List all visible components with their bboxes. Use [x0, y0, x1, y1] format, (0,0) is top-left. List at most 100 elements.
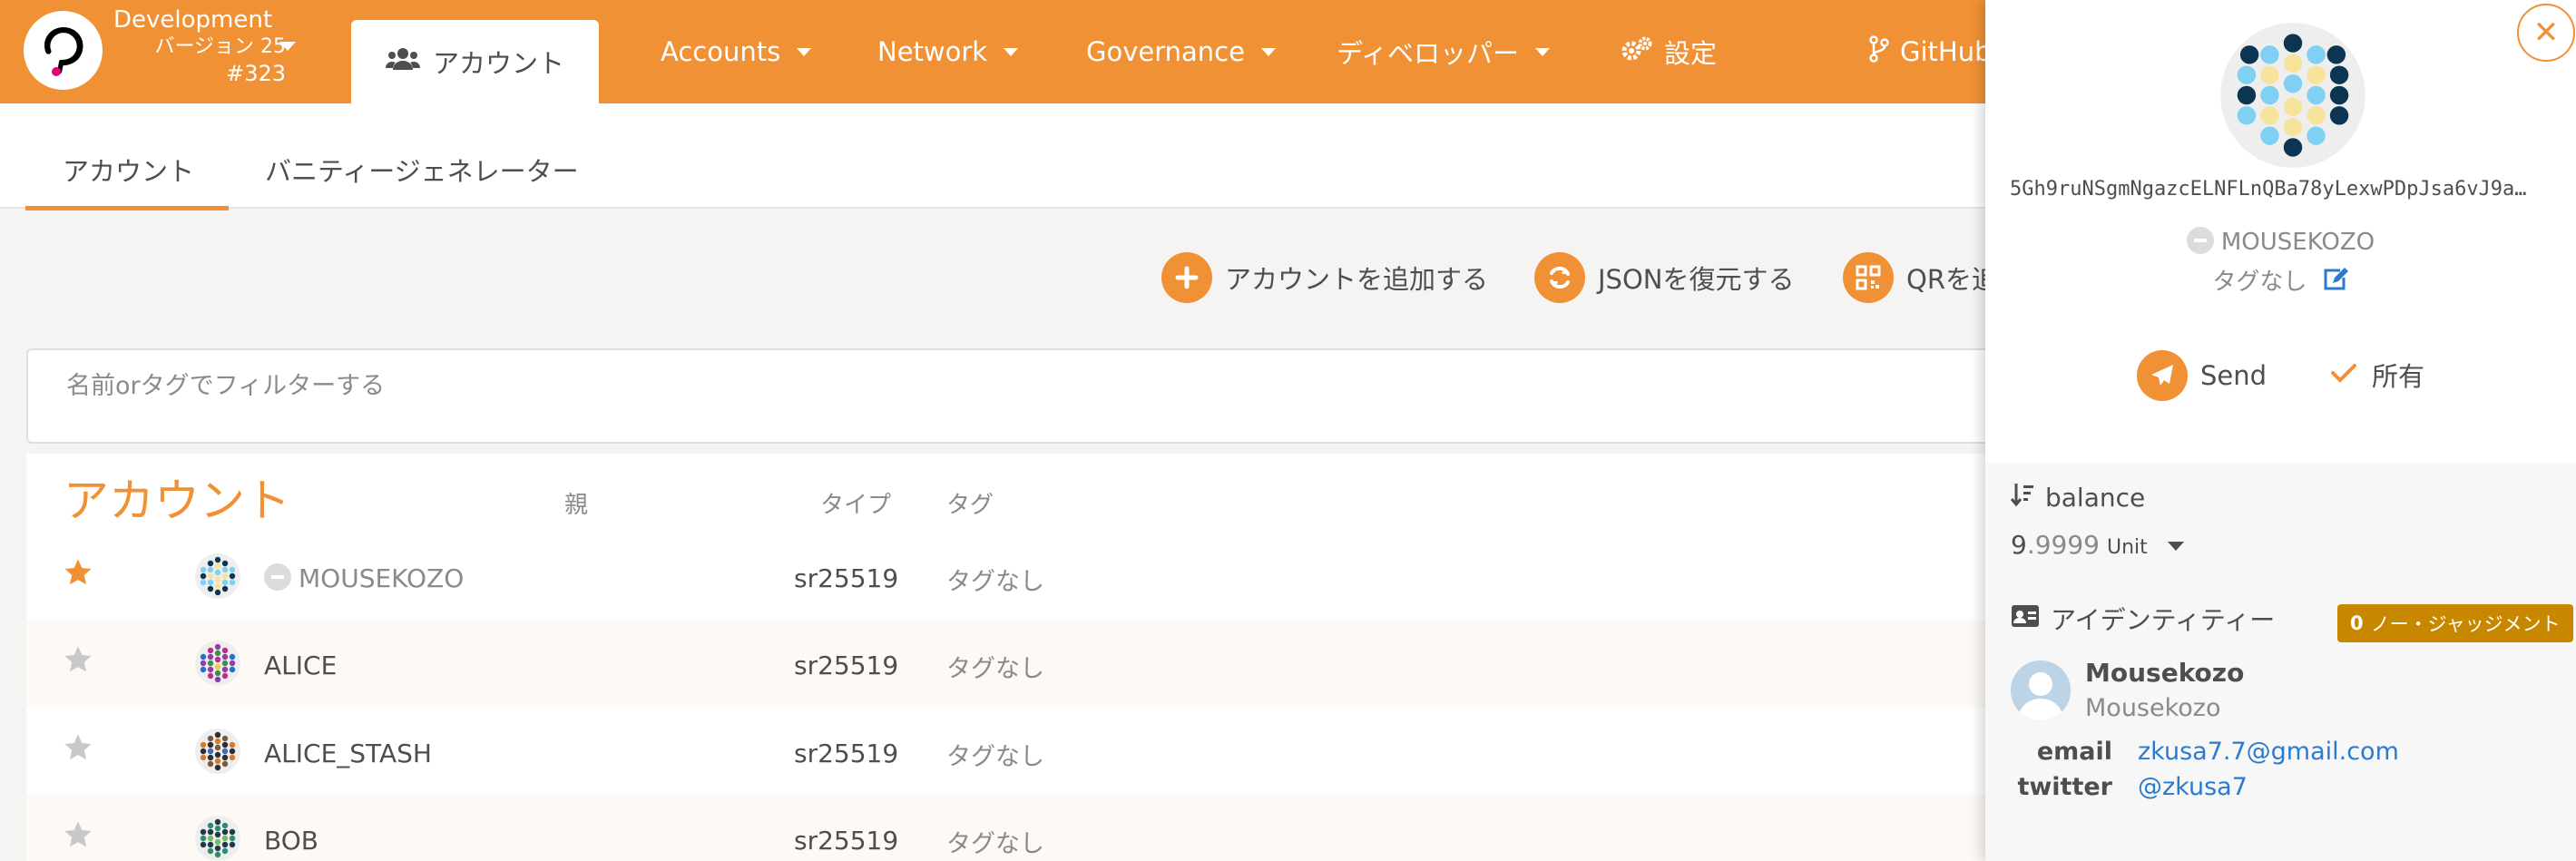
filter-input[interactable]: 名前orタグでフィルターする — [26, 348, 2023, 444]
account-type: sr25519 — [794, 563, 899, 593]
chain-version: バージョン 25 — [154, 35, 286, 58]
account-type: sr25519 — [794, 739, 899, 768]
code-branch-icon — [1869, 34, 1889, 69]
chevron-down-icon[interactable] — [2167, 542, 2184, 551]
id-card-icon — [2011, 604, 2040, 634]
chain-dropdown-chevron-icon[interactable] — [279, 42, 296, 51]
account-type: sr25519 — [794, 826, 899, 856]
close-icon: ✕ — [2532, 15, 2560, 51]
gears-icon — [1621, 35, 1653, 69]
nav-governance-menu[interactable]: Governance — [1086, 0, 1276, 103]
restore-json-label: JSONを復元する — [1598, 264, 1795, 295]
table-row[interactable]: ALICE sr25519 タグなし — [26, 620, 2023, 707]
owned-label: 所有 — [2372, 361, 2425, 392]
nav-governance-label: Governance — [1086, 36, 1245, 67]
identity-heading: アイデンティティー — [2011, 601, 2275, 637]
nav-github-link[interactable]: GitHub — [1869, 0, 1992, 103]
close-sidebar-button[interactable]: ✕ — [2517, 4, 2575, 62]
filter-placeholder: 名前orタグでフィルターする — [66, 372, 386, 400]
identity-twitter-key: twitter — [2017, 773, 2112, 801]
account-identicon-icon[interactable] — [194, 553, 241, 600]
nav-accounts-label: Accounts — [661, 36, 781, 67]
chevron-down-icon — [797, 47, 812, 56]
identity-legal-name: Mousekozo — [2085, 694, 2221, 722]
account-type: sr25519 — [794, 651, 899, 680]
sort-amount-icon — [2010, 482, 2034, 514]
table-row[interactable]: ALICE_STASH sr25519 タグなし — [26, 708, 2023, 795]
users-icon — [385, 46, 420, 78]
favorite-star-icon[interactable] — [63, 733, 93, 766]
balance-integer: 9 — [2011, 530, 2027, 560]
chevron-down-icon — [1004, 47, 1019, 56]
account-address[interactable]: 5Gh9ruNSgmNgazcELNFLnQBa78yLexwPDpJsa6vJ… — [2010, 178, 2554, 201]
balance-unit: Unit — [2107, 536, 2148, 559]
account-name-label: MOUSEKOZO — [2220, 229, 2375, 256]
account-tags: タグなし — [946, 830, 1044, 858]
accounts-table-title: アカウント — [64, 475, 290, 527]
balance-label: balance — [2045, 483, 2146, 513]
account-name[interactable]: BOB — [264, 826, 318, 856]
identity-label: アイデンティティー — [2051, 605, 2276, 635]
account-name[interactable]: ALICE — [264, 651, 337, 680]
account-name[interactable]: MOUSEKOZO — [264, 563, 464, 593]
nav-developer-label: ディベロッパー — [1337, 38, 1519, 69]
account-tags[interactable]: タグなし — [1985, 263, 2576, 298]
add-account-label: アカウントを追加する — [1225, 264, 1489, 295]
qr-add-button[interactable]: QRを追 — [1843, 250, 1998, 305]
column-header-parent: 親 — [564, 492, 589, 519]
account-name-label: MOUSEKOZO — [299, 563, 465, 593]
identity-display-name: Mousekozo — [2085, 658, 2245, 688]
nav-settings-label: 設定 — [1664, 38, 1718, 69]
no-identity-icon — [264, 563, 291, 591]
balance-heading: balance — [2010, 482, 2146, 514]
nav-network-label: Network — [877, 36, 988, 67]
judgement-label: ノー・ジャッジメント — [2370, 613, 2561, 635]
account-sidebar: ✕ 5Gh9ruNSgmNgazcELNFLnQBa78yLexwPDpJsa6… — [1985, 0, 2576, 861]
nav-github-label: GitHub — [1900, 36, 1992, 67]
account-identicon-icon[interactable] — [194, 640, 241, 687]
judgement-count: 0 — [2350, 612, 2364, 634]
nav-network-menu[interactable]: Network — [877, 0, 1019, 103]
sync-icon — [1534, 252, 1585, 303]
subtab-vanity-generator[interactable]: バニティージェネレーター — [265, 151, 579, 189]
identity-twitter-link[interactable]: @zkusa7 — [2138, 773, 2248, 801]
accounts-table: アカウント 親 タイプ タグ MOUSEKOZO sr25519 タグなし AL… — [26, 454, 2023, 861]
restore-json-button[interactable]: JSONを復元する — [1534, 250, 1794, 305]
account-identicon-icon[interactable] — [194, 815, 241, 861]
send-button[interactable]: Send — [2137, 350, 2267, 401]
account-identicon-icon[interactable] — [194, 728, 241, 775]
account-name[interactable]: ALICE_STASH — [264, 739, 432, 768]
paper-plane-icon — [2137, 350, 2188, 401]
nav-settings[interactable]: 設定 — [1621, 0, 1717, 103]
account-name[interactable]: MOUSEKOZO — [1985, 226, 2576, 257]
identity-email-link[interactable]: zkusa7.7@gmail.com — [2138, 738, 2399, 766]
subtab-accounts[interactable]: アカウント — [63, 151, 194, 189]
add-account-button[interactable]: アカウントを追加する — [1161, 250, 1488, 305]
favorite-star-icon[interactable] — [63, 558, 93, 591]
table-row[interactable]: BOB sr25519 タグなし — [26, 795, 2023, 861]
account-tags: タグなし — [946, 655, 1044, 683]
chain-name: Development — [113, 6, 273, 34]
column-header-tags: タグ — [946, 492, 994, 519]
active-subtab-indicator — [25, 206, 229, 210]
account-tags: タグなし — [946, 568, 1044, 596]
favorite-star-icon[interactable] — [63, 820, 93, 853]
favorite-star-icon[interactable] — [63, 645, 93, 678]
chevron-down-icon — [1534, 47, 1550, 56]
chain-block-number: #323 — [226, 61, 286, 86]
qr-add-label: QRを追 — [1906, 264, 1998, 295]
nav-developer-menu[interactable]: ディベロッパー — [1337, 0, 1550, 103]
chevron-down-icon — [1260, 47, 1276, 56]
polkadot-logo-icon[interactable] — [24, 11, 103, 90]
chain-info[interactable]: Development バージョン 25 #323 — [113, 5, 286, 87]
account-identicon-icon[interactable] — [2218, 20, 2368, 171]
no-identity-icon — [2186, 226, 2214, 254]
account-tags-label: タグなし — [2212, 269, 2307, 296]
nav-accounts-menu[interactable]: Accounts — [661, 0, 812, 103]
edit-icon[interactable] — [2322, 267, 2349, 298]
table-row[interactable]: MOUSEKOZO sr25519 タグなし — [26, 533, 2023, 620]
owned-status: 所有 — [2330, 356, 2424, 394]
balance-value[interactable]: 9.9999 Unit — [2011, 530, 2184, 560]
tab-accounts[interactable]: アカウント — [351, 20, 599, 103]
send-label: Send — [2200, 360, 2267, 391]
